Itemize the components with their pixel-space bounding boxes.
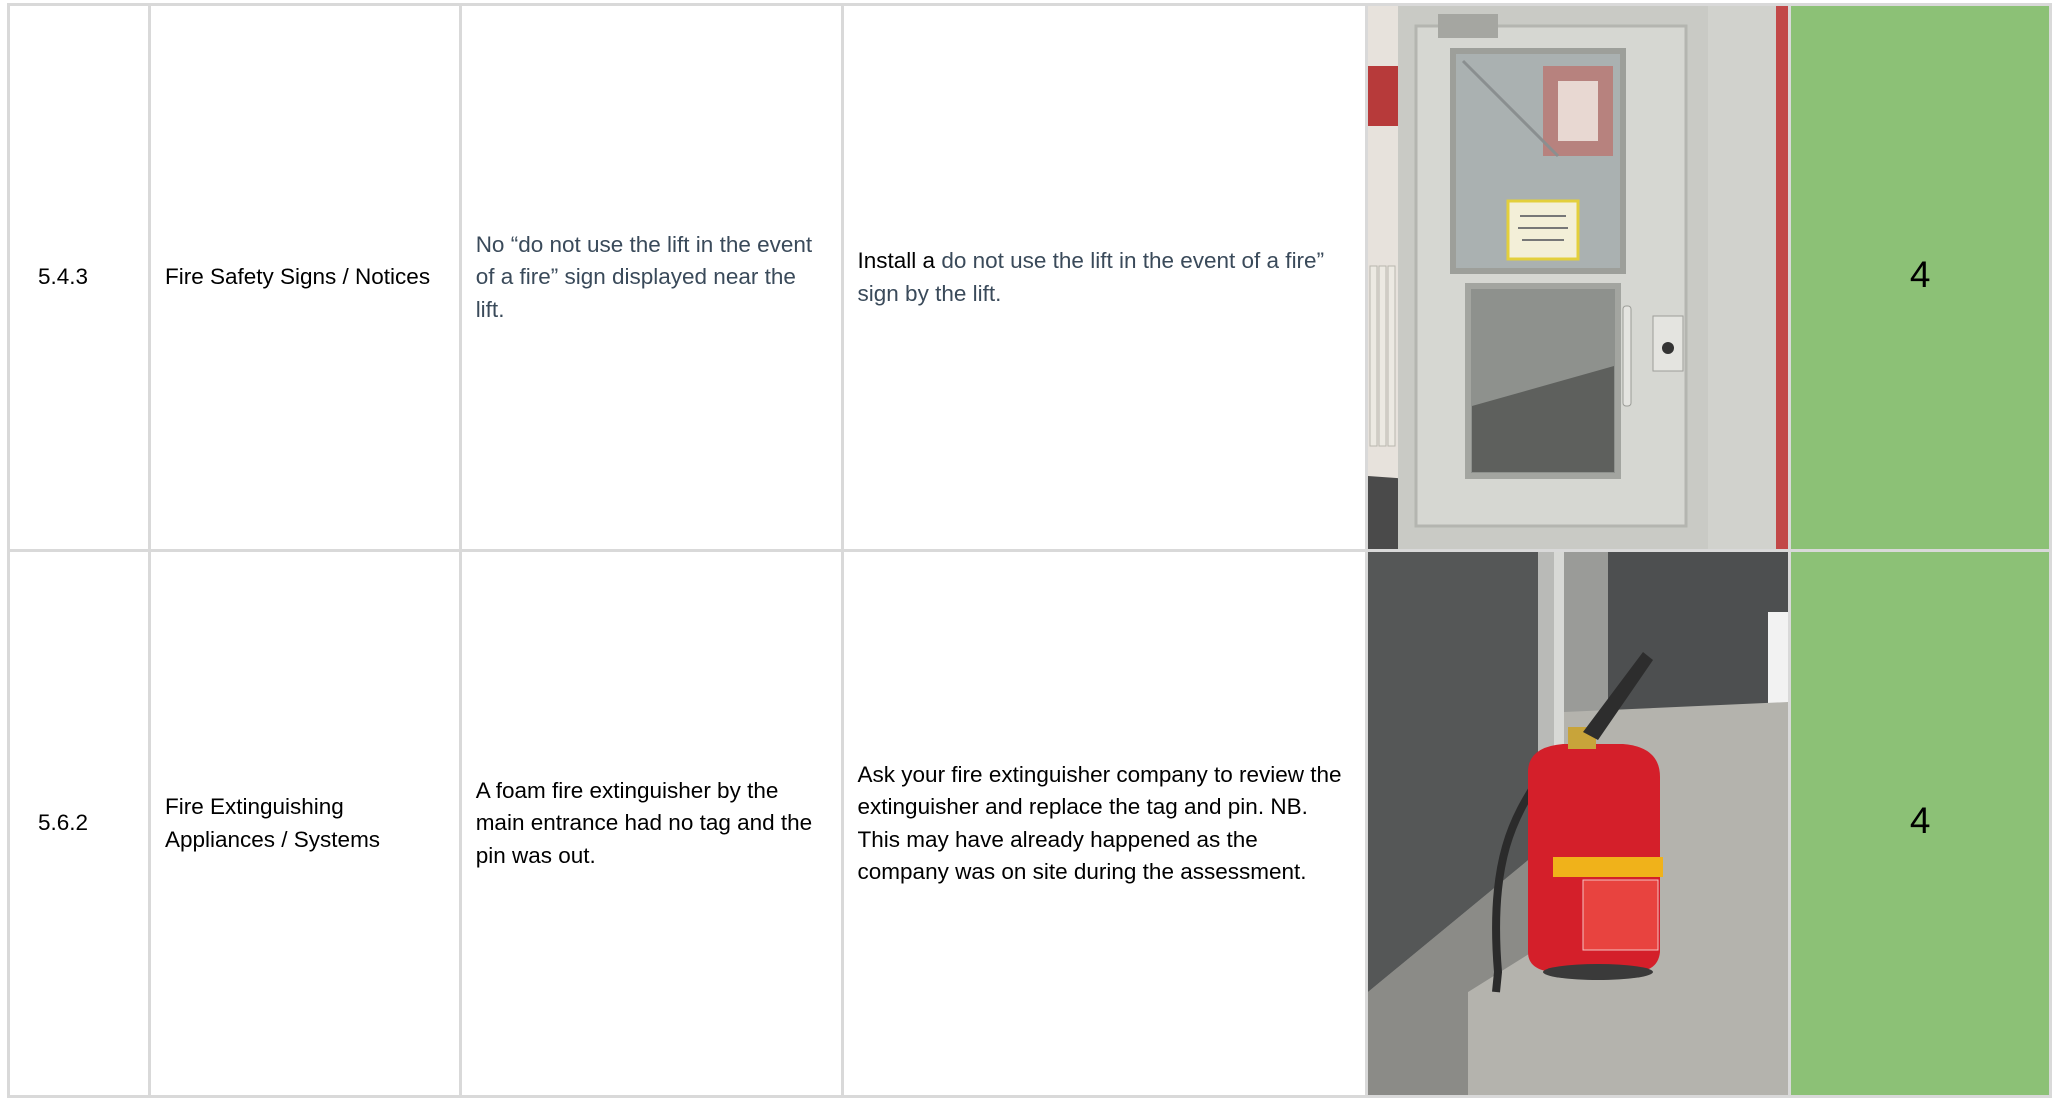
score-cell: 4 <box>1788 3 2052 552</box>
risk-score: 4 <box>1909 799 1931 841</box>
lift-door-photo <box>1368 6 1789 549</box>
table-row: 5.6.2 Fire Extinguishing Appliances / Sy… <box>7 549 2052 1098</box>
area-cell: Fire Safety Signs / Notices <box>147 3 462 552</box>
area-cell: Fire Extinguishing Appliances / Systems <box>147 549 462 1098</box>
observation-cell: A foam fire extinguisher by the main ent… <box>458 549 844 1098</box>
observation-cell: No “do not use the lift in the event of … <box>458 3 844 552</box>
action-prefix: Install a <box>857 248 936 273</box>
reference-cell: 5.4.3 <box>7 3 151 552</box>
reference-cell: 5.6.2 <box>7 549 151 1098</box>
photo-cell <box>1365 549 1792 1098</box>
score-cell: 4 <box>1788 549 2052 1098</box>
action-cell: Install a do not use the lift in the eve… <box>840 3 1369 552</box>
findings-table: 5.4.3 Fire Safety Signs / Notices No “do… <box>7 3 2052 1098</box>
table-row: 5.4.3 Fire Safety Signs / Notices No “do… <box>7 3 2052 552</box>
risk-score: 4 <box>1909 253 1931 295</box>
fire-extinguisher-photo <box>1368 552 1789 1095</box>
action-cell: Ask your fire extinguisher company to re… <box>840 549 1369 1098</box>
photo-cell <box>1365 3 1792 552</box>
